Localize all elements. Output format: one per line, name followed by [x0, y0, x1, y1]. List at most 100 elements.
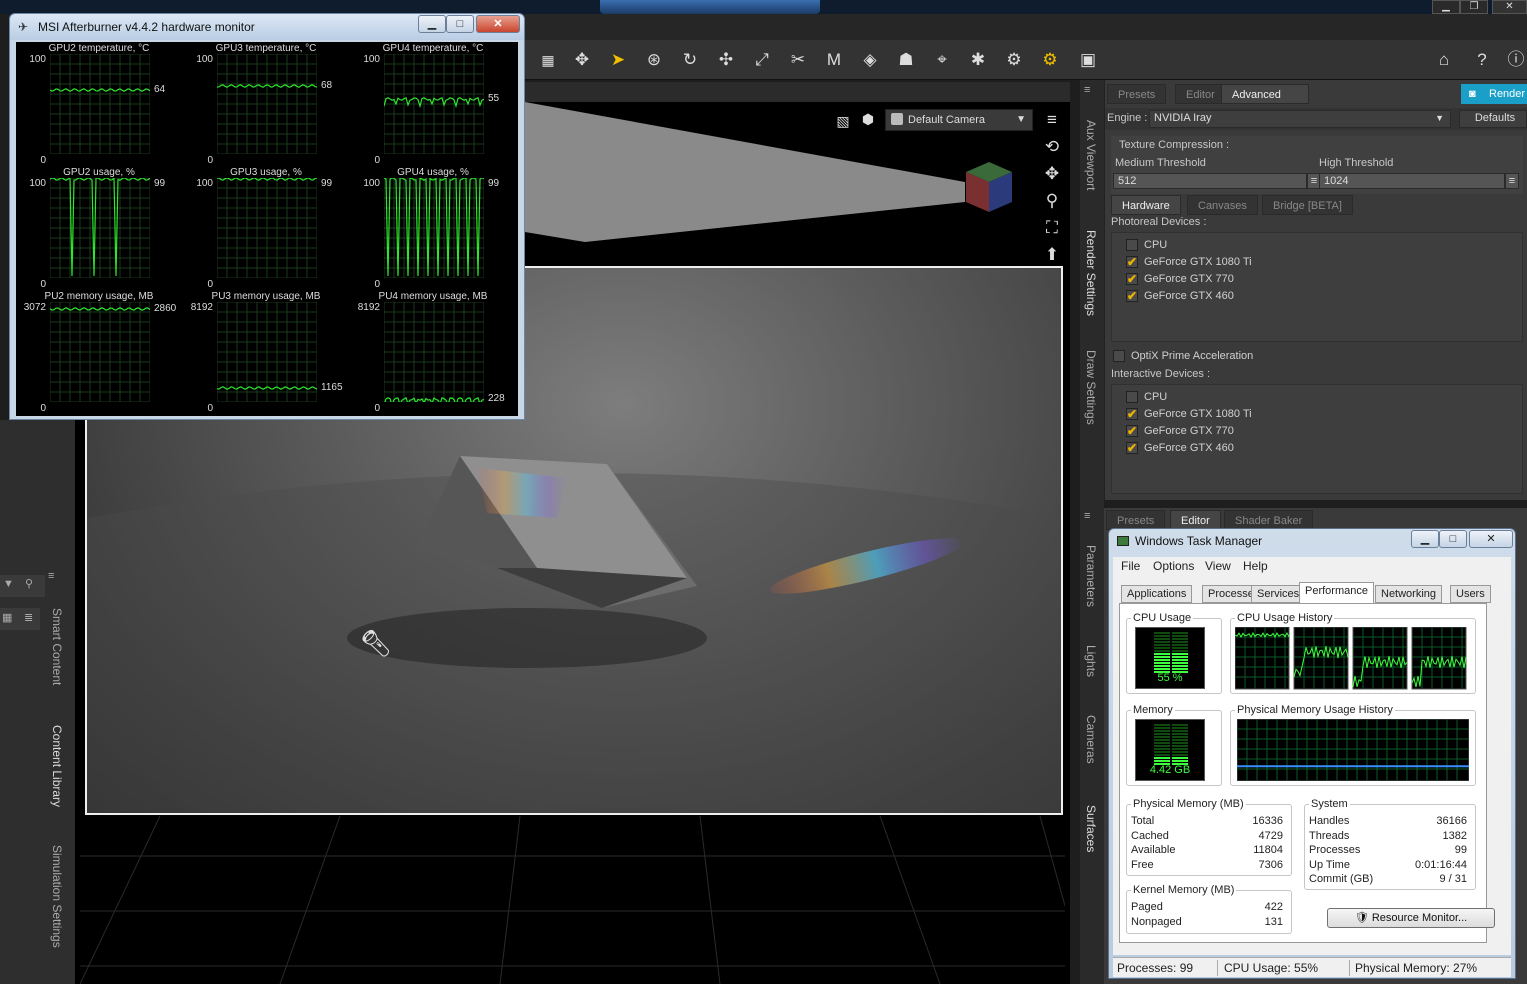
tab-cameras[interactable]: Cameras: [1084, 715, 1098, 764]
spot-render-icon[interactable]: ✱: [965, 48, 991, 72]
translate-icon[interactable]: ✣: [713, 48, 739, 72]
render-settings-icon[interactable]: ⚙: [1001, 48, 1027, 72]
msi-afterburner-window[interactable]: ✈ MSI Afterburner v4.4.2 hardware monito…: [9, 13, 525, 420]
search-icon[interactable]: ⚲: [25, 577, 33, 590]
tab-lights[interactable]: Lights: [1084, 645, 1098, 677]
joint-editor-icon[interactable]: ✂: [785, 48, 811, 72]
msi-title-bar[interactable]: ✈ MSI Afterburner v4.4.2 hardware monito…: [10, 14, 524, 40]
rotate-icon[interactable]: ↻: [677, 48, 703, 72]
app-close-button[interactable]: ✕: [1492, 0, 1527, 14]
universal-tool-icon[interactable]: ✥: [569, 48, 595, 72]
viewport-perspective-icon[interactable]: ⬢: [857, 108, 879, 130]
medium-threshold-field[interactable]: 512: [1113, 173, 1307, 189]
menu-file[interactable]: File: [1121, 559, 1140, 573]
camera-tool-icon[interactable]: ⌖: [929, 48, 955, 72]
menu-options[interactable]: Options: [1153, 559, 1194, 573]
tab-hardware[interactable]: Hardware: [1111, 195, 1181, 215]
panel-menu-icon[interactable]: ≡: [1084, 84, 1090, 96]
graph-current-value: 228: [488, 393, 505, 404]
frame-icon[interactable]: ⛶: [1041, 217, 1063, 239]
camera-select[interactable]: Default Camera ▼: [885, 109, 1033, 131]
morph-icon[interactable]: M: [821, 48, 847, 72]
navigation-cube[interactable]: [958, 158, 1020, 216]
save-render-icon[interactable]: ▣: [1075, 48, 1101, 72]
tab-surfaces[interactable]: Surfaces: [1084, 805, 1098, 852]
render-button[interactable]: ◙ Render: [1461, 84, 1527, 104]
scale-icon[interactable]: ⤢: [749, 48, 775, 72]
task-manager-title-bar[interactable]: Windows Task Manager ▁ □ ✕: [1109, 529, 1515, 553]
tab-simulation-settings[interactable]: Simulation Settings: [50, 845, 64, 948]
help-pointer-icon[interactable]: ?: [1469, 48, 1495, 72]
list-view-icon[interactable]: ≣: [24, 611, 33, 624]
help-icon[interactable]: ⓘ: [1503, 48, 1527, 72]
tab-performance[interactable]: Performance: [1299, 582, 1374, 603]
tab-networking[interactable]: Networking: [1375, 585, 1443, 603]
reset-view-icon[interactable]: ⬆: [1041, 244, 1063, 266]
camera-icon: [891, 113, 903, 125]
figure-icon[interactable]: ☗: [893, 48, 919, 72]
graph-max: 8192: [190, 302, 213, 313]
tab-smart-content[interactable]: Smart Content: [50, 608, 64, 685]
tab-render-settings[interactable]: Render Settings: [1084, 230, 1098, 316]
graph-min: 0: [207, 403, 213, 414]
panel-menu-icon[interactable]: ≡: [48, 570, 54, 582]
stat-value: 7306: [1258, 858, 1283, 871]
high-threshold-slider[interactable]: ≡: [1505, 173, 1519, 189]
app-maximize-button[interactable]: ❐: [1460, 0, 1488, 14]
pose-tool-icon[interactable]: ⊛: [641, 48, 667, 72]
engine-select[interactable]: NVIDIA Iray ▼: [1149, 110, 1451, 128]
resource-monitor-button[interactable]: 🛡︎ Resource Monitor...: [1327, 908, 1495, 928]
menu-view[interactable]: View: [1205, 559, 1231, 573]
tab-content-library[interactable]: Content Library: [50, 725, 64, 807]
render-icon[interactable]: ⚙: [1037, 48, 1063, 72]
tab-parameters[interactable]: Parameters: [1084, 545, 1098, 607]
tm-close-button[interactable]: ✕: [1469, 530, 1513, 548]
tab-aux-viewport[interactable]: Aux Viewport: [1084, 120, 1098, 190]
pan-icon[interactable]: ✥: [1041, 163, 1063, 185]
viewport-menu-icon[interactable]: ≡: [1041, 109, 1063, 131]
tab-applications[interactable]: Applications: [1121, 585, 1193, 603]
stat-value: 0:01:16:44: [1415, 858, 1467, 871]
grid-view-icon[interactable]: ▦: [2, 611, 12, 624]
tab-editor[interactable]: Editor: [1175, 84, 1226, 104]
graph-max: 100: [196, 178, 213, 189]
orbit-icon[interactable]: ⟲: [1041, 136, 1063, 158]
task-manager-window[interactable]: Windows Task Manager ▁ □ ✕ File Options …: [1108, 528, 1516, 979]
high-threshold-field[interactable]: 1024: [1319, 173, 1505, 189]
defaults-button[interactable]: Defaults: [1459, 110, 1527, 128]
kernel-memory-group: Kernel Memory (MB) Paged 422 Nonpaged 131: [1126, 884, 1292, 934]
graph-min: 0: [40, 155, 46, 166]
meter-segment: [1172, 638, 1188, 640]
msi-graph: PU3 memory usage, MB 8192 0 1165: [183, 290, 349, 414]
stat-label: Available: [1131, 844, 1176, 856]
panel-menu-icon[interactable]: ≡: [1084, 510, 1090, 522]
node-selection-icon[interactable]: ➤: [605, 48, 631, 72]
meter-segment: [1154, 659, 1170, 661]
menu-help[interactable]: Help: [1243, 559, 1268, 573]
spotlight-icon[interactable]: 🔦︎: [359, 628, 392, 659]
msi-maximize-button[interactable]: □: [446, 15, 474, 33]
tm-maximize-button[interactable]: □: [1439, 530, 1467, 548]
graph-min: 0: [374, 279, 380, 290]
ds-home-icon[interactable]: ⌂: [1431, 48, 1457, 72]
tab-users[interactable]: Users: [1450, 585, 1491, 603]
graph-plot: [217, 54, 317, 154]
surface-tool-icon[interactable]: ◈: [857, 48, 883, 72]
zoom-icon[interactable]: ⚲: [1041, 190, 1063, 212]
tab-presets[interactable]: Presets: [1107, 84, 1167, 104]
tab-bridge[interactable]: Bridge [BETA]: [1262, 195, 1353, 215]
msi-minimize-button[interactable]: ▁: [418, 15, 446, 33]
tab-services[interactable]: Services: [1251, 585, 1306, 603]
tab-advanced[interactable]: Advanced: [1221, 84, 1309, 104]
tab-shader-baker[interactable]: Shader Baker: [1224, 510, 1314, 530]
viewport-draw-style-icon[interactable]: ▧: [832, 110, 854, 132]
tab-surface-editor[interactable]: Editor: [1170, 510, 1221, 530]
tab-draw-settings[interactable]: Draw Settings: [1084, 350, 1098, 425]
msi-close-button[interactable]: ✕: [476, 15, 520, 33]
grid-icon[interactable]: ▦: [535, 48, 561, 72]
app-minimize-button[interactable]: ▁: [1432, 0, 1460, 14]
tm-minimize-button[interactable]: ▁: [1411, 530, 1439, 548]
chevron-down-icon[interactable]: ▼: [3, 578, 14, 590]
tab-surface-presets[interactable]: Presets: [1106, 510, 1166, 530]
tab-canvases[interactable]: Canvases: [1187, 195, 1258, 215]
